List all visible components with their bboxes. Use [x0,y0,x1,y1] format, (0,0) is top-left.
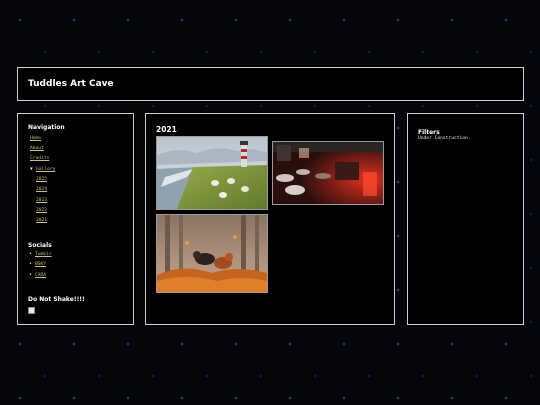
bullet-icon: • [29,261,33,267]
artwork-thumbnail-lighthouse[interactable] [156,136,268,210]
site-header: Tuddles Art Cave [17,67,524,101]
gallery-panel: 2021 [145,113,395,325]
gallery-year-2023[interactable]: 2023 [36,198,47,203]
nav-link-gallery[interactable]: Gallery [36,167,55,172]
social-link-cara[interactable]: CARA [35,273,46,278]
gallery-year-2021[interactable]: 2021 [36,218,47,223]
filters-status-text: Under Construction [418,136,468,141]
nav-link-about[interactable]: About [30,146,44,151]
filters-panel: Filters Under Construction [407,113,524,325]
social-link-bsky[interactable]: BSKY [35,262,46,267]
broken-image-icon [28,307,35,314]
filters-heading: Filters [418,129,440,136]
gallery-year-2024[interactable]: 2024 [36,187,47,192]
red-room-painting [273,142,383,204]
bullet-icon: • [29,272,33,278]
nav-link-home[interactable]: Home [30,136,41,141]
artwork-thumbnail-forest-animals[interactable] [156,214,268,293]
gallery-year-2022[interactable]: 2022 [36,208,47,213]
navigation-panel: Navigation Home About Credits ▼ Gallery … [17,113,134,325]
socials-heading: Socials [28,242,52,249]
gallery-year-heading: 2021 [156,125,177,134]
bullet-icon: • [29,251,33,257]
gallery-year-2025[interactable]: 2025 [36,177,47,182]
navigation-heading: Navigation [28,124,65,131]
forest-animals-painting [157,215,267,292]
do-not-shake-heading: Do Not Shake!!!! [28,296,85,303]
site-title: Tuddles Art Cave [28,79,114,89]
social-link-tumblr[interactable]: Tumblr [35,252,52,257]
gallery-toggle-icon[interactable]: ▼ [30,167,33,172]
artwork-thumbnail-red-room[interactable] [272,141,384,205]
nav-link-credits[interactable]: Credits [30,156,49,161]
lighthouse-painting [157,137,267,209]
